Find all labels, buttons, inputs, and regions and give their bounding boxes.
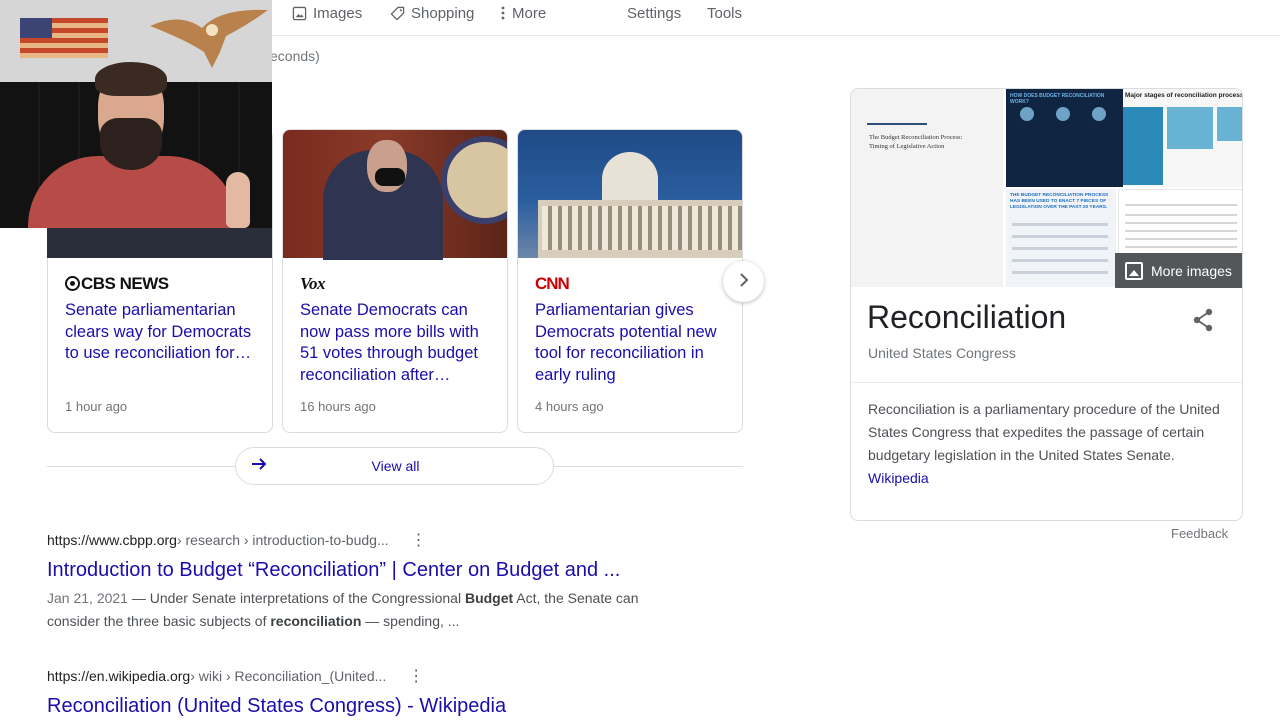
result-snippet: Jan 21, 2021 — Under Senate interpretati… (47, 590, 639, 629)
chevron-right-icon (738, 271, 750, 292)
divider (552, 466, 743, 467)
news-age: 4 hours ago (535, 399, 604, 414)
settings-link[interactable]: Settings (627, 2, 681, 24)
result-stats: econds) (270, 48, 320, 64)
news-headline[interactable]: Senate Democrats can now pass more bills… (300, 300, 500, 386)
news-age: 16 hours ago (300, 399, 376, 414)
news-card[interactable]: CNN Parliamentarian gives Democrats pote… (517, 129, 743, 433)
news-source-logo: Vox (300, 274, 325, 293)
tools-link[interactable]: Tools (707, 2, 742, 24)
news-thumbnail (283, 130, 507, 260)
news-card[interactable]: Vox Senate Democrats can now pass more b… (282, 129, 508, 433)
kp-image-timeline[interactable]: THE BUDGET RECONCILIATION PROCESS HAS BE… (1006, 189, 1116, 287)
news-thumbnail-partial (47, 228, 272, 258)
image-icon (1125, 261, 1143, 280)
more-options-icon[interactable]: ⋮ (411, 530, 427, 550)
search-result: https://en.wikipedia.org › wiki › Reconc… (47, 667, 506, 719)
eagle-decoration (150, 9, 268, 68)
view-all-button[interactable]: View all (235, 447, 554, 485)
kp-image-document[interactable]: The Budget Reconciliation Process: Timin… (851, 89, 1003, 287)
result-title-link[interactable]: Introduction to Budget “Reconciliation” … (47, 557, 687, 583)
knowledge-panel-images[interactable]: The Budget Reconciliation Process: Timin… (851, 89, 1242, 289)
tab-more[interactable]: More (500, 2, 546, 24)
wikipedia-link[interactable]: Wikipedia (868, 470, 929, 486)
tab-more-label: More (512, 4, 547, 22)
tab-shopping[interactable]: Shopping (389, 2, 474, 24)
news-headline[interactable]: Senate parliamentarian clears way for De… (65, 300, 265, 365)
tag-icon (389, 5, 405, 21)
news-thumbnail (518, 130, 742, 258)
divider (851, 382, 1242, 383)
more-images-button[interactable]: More images (1115, 253, 1242, 288)
flag-decoration (20, 18, 108, 58)
share-icon[interactable] (1191, 307, 1219, 335)
settings-label: Settings (627, 4, 682, 22)
kp-image-stages[interactable]: Major stages of reconciliation process (1123, 89, 1242, 187)
news-source-logo: CBS NEWS (65, 274, 169, 293)
feedback-link[interactable]: Feedback (1171, 526, 1228, 541)
tab-images-label: Images (313, 4, 363, 22)
news-headline[interactable]: Parliamentarian gives Democrats potentia… (535, 300, 735, 386)
news-age: 1 hour ago (65, 399, 128, 414)
view-all-label: View all (371, 458, 420, 474)
result-title-link[interactable]: Reconciliation (United States Congress) … (47, 693, 506, 719)
knowledge-panel-subtitle: United States Congress (868, 345, 1016, 361)
more-options-icon[interactable]: ⋮ (408, 666, 424, 686)
webcam-overlay (0, 0, 272, 228)
kp-image-infographic[interactable]: HOW DOES BUDGET RECONCILIATION WORK? (1006, 89, 1123, 187)
crs-logo (867, 103, 927, 125)
more-vert-icon (500, 5, 506, 21)
knowledge-panel: The Budget Reconciliation Process: Timin… (850, 88, 1243, 521)
news-source-logo: CNN (535, 274, 570, 293)
result-url[interactable]: https://en.wikipedia.org › wiki › Reconc… (47, 667, 506, 685)
knowledge-panel-title: Reconciliation (867, 299, 1067, 335)
result-url[interactable]: https://www.cbpp.org › research › introd… (47, 531, 687, 549)
search-result: https://www.cbpp.org › research › introd… (47, 531, 687, 633)
cbs-eye-icon (65, 276, 80, 291)
divider (47, 466, 237, 467)
image-icon (291, 5, 307, 21)
tools-label: Tools (707, 4, 743, 22)
carousel-next-button[interactable] (723, 261, 764, 302)
tab-images[interactable]: Images (291, 2, 362, 24)
tab-shopping-label: Shopping (411, 4, 475, 22)
knowledge-panel-description: Reconciliation is a parliamentary proced… (868, 401, 1220, 486)
